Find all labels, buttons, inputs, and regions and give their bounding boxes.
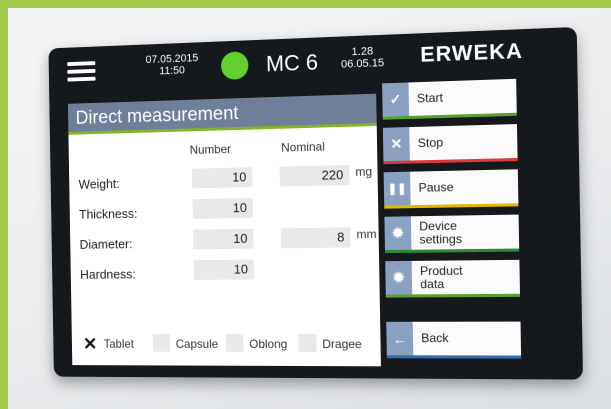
close-icon: ✕ [382, 127, 410, 162]
pause-label: Pause [418, 179, 454, 195]
gear-icon: ✹ [384, 216, 412, 251]
product-data-button[interactable]: ✹ Product data [385, 259, 521, 298]
weight-unit: mg [355, 164, 373, 179]
brand-logo: ERWEKA [420, 39, 524, 67]
device-settings-button[interactable]: ✹ Device settings [384, 214, 520, 254]
thickness-label: Thickness: [78, 206, 138, 222]
direct-measurement-panel: Direct measurement Number Nominal Weight… [67, 93, 381, 367]
start-label: Start [416, 90, 444, 106]
date-time: 07.05.2015 11:50 [138, 52, 205, 78]
tablet-label: Tablet [103, 337, 135, 351]
version-info: 1.28 06.05.15 [327, 44, 398, 71]
pause-button[interactable]: ❚❚ Pause [383, 169, 519, 209]
oblong-checkbox[interactable] [225, 334, 244, 352]
diameter-nominal-field[interactable]: 8 [280, 227, 351, 249]
start-button[interactable]: ✓ Start [382, 78, 517, 120]
check-icon: ✓ [382, 82, 410, 117]
version-date-text: 06.05.15 [340, 57, 385, 71]
weight-label: Weight: [78, 176, 120, 192]
oblong-label: Oblong [249, 337, 288, 351]
capsule-checkbox[interactable] [152, 334, 171, 352]
thickness-number-field[interactable]: 10 [192, 198, 253, 219]
diameter-label: Diameter: [79, 236, 133, 252]
column-header-nominal: Nominal [281, 139, 325, 155]
diameter-unit: mm [356, 226, 377, 242]
status-indicator [220, 51, 249, 80]
device-name: MC 6 [265, 49, 319, 77]
pause-icon: ❚❚ [383, 171, 411, 206]
device-settings-label: Device settings [419, 218, 463, 247]
diameter-number-field[interactable]: 10 [192, 228, 254, 250]
back-label: Back [421, 330, 449, 346]
stop-button[interactable]: ✕ Stop [382, 124, 518, 165]
dragee-label: Dragee [322, 337, 362, 352]
hardness-label: Hardness: [79, 266, 136, 282]
weight-number-field[interactable]: 10 [191, 167, 253, 189]
back-arrow-icon: ← [386, 321, 414, 356]
product-data-label: Product data [419, 262, 463, 291]
hardness-number-field[interactable]: 10 [193, 259, 255, 280]
column-header-number: Number [189, 142, 232, 157]
capsule-label: Capsule [175, 337, 219, 351]
stop-label: Stop [417, 135, 444, 151]
device-screen: 07.05.2015 11:50 MC 6 1.28 06.05.15 ERWE… [48, 26, 584, 380]
back-button[interactable]: ← Back [386, 321, 522, 359]
weight-nominal-field[interactable]: 220 [279, 164, 350, 187]
dragee-checkbox[interactable] [298, 334, 317, 353]
gear-icon: ✹ [385, 260, 413, 295]
menu-icon[interactable] [67, 61, 96, 82]
panel-title: Direct measurement [67, 93, 377, 135]
tablet-checkbox[interactable]: ✕ [83, 334, 97, 354]
